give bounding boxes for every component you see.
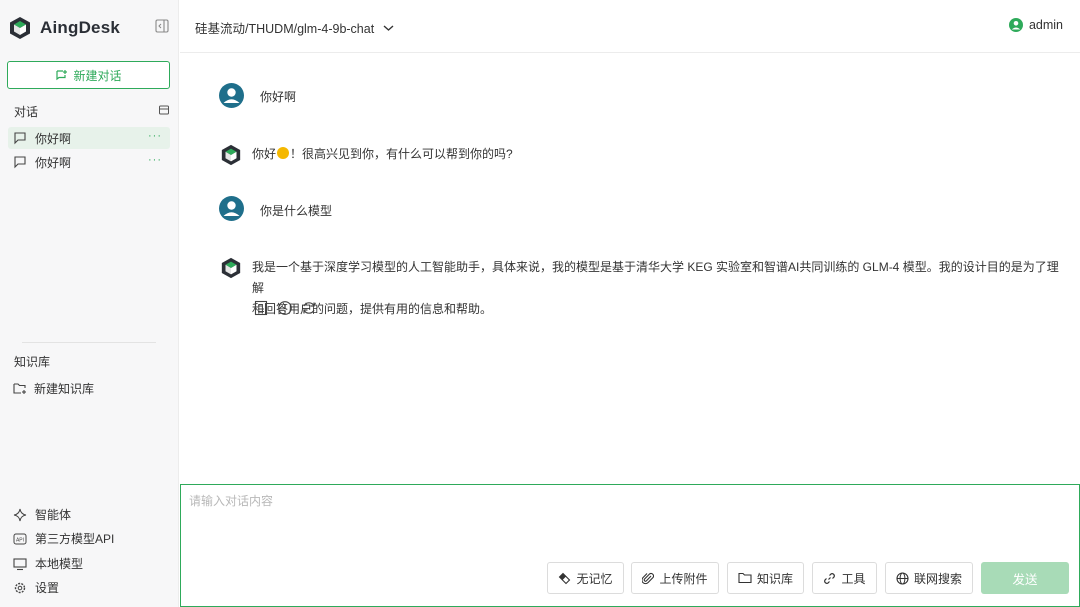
folder-icon (738, 572, 752, 584)
gear-icon (14, 582, 26, 593)
no-memory-label: 无记忆 (576, 571, 613, 586)
dialog-manage-icon[interactable] (159, 105, 169, 115)
sidebar: AingDesk 新建对话 对话 你好啊 ··· 你好啊 ··· 知识库 新建知… (0, 0, 179, 607)
tools-label: 工具 (841, 571, 866, 586)
wave-hand-emoji-icon (277, 147, 290, 159)
app-name: AingDesk (40, 18, 121, 37)
conversation-item[interactable]: 你好啊 ··· (8, 151, 170, 173)
assistant-message: 我是一个基于深度学习模型的人工智能助手，具体来说，我的模型是基于清华大学 KEG… (252, 257, 1067, 320)
refresh-icon[interactable] (301, 300, 317, 316)
model-selector-value: 硅基流动/THUDM/glm-4-9b-chat (195, 22, 375, 36)
chat-header: 硅基流动/THUDM/glm-4-9b-chat admin (180, 0, 1080, 53)
info-icon[interactable] (277, 300, 293, 316)
sparkle-icon (13, 508, 27, 521)
send-button[interactable]: 发送 (981, 562, 1069, 594)
chevron-down-icon (383, 24, 394, 31)
sidebar-divider (22, 342, 156, 343)
nav-settings-label: 设置 (35, 581, 60, 595)
assistant-message-line: 我是一个基于深度学习模型的人工智能助手，具体来说，我的模型是基于清华大学 KEG… (252, 260, 1059, 295)
user-avatar-icon (1008, 18, 1023, 32)
nav-agents-label: 智能体 (35, 508, 72, 522)
assistant-message-text: 你好 (252, 147, 277, 161)
chat-bubble-icon (14, 156, 26, 169)
user-name: admin (1028, 18, 1063, 32)
web-search-button[interactable]: 联网搜索 (885, 562, 973, 594)
svg-text:API: API (16, 537, 24, 543)
assistant-message-text: ！很高兴见到你，有什么可以帮到你的吗? (290, 147, 513, 161)
api-icon: API (13, 533, 27, 544)
assistant-avatar-icon (221, 144, 241, 166)
folder-plus-icon (13, 383, 26, 394)
conversation-more-button[interactable]: ··· (148, 130, 162, 142)
chat-bubble-icon (14, 132, 26, 145)
nav-third-party-api[interactable]: API 第三方模型API (13, 530, 114, 547)
new-knowledge-base-label: 新建知识库 (34, 382, 95, 396)
dialog-section-label: 对话 (14, 105, 39, 119)
chat-input-area: 无记忆 上传附件 知识库 工具 (180, 484, 1080, 607)
conversation-title: 你好啊 (35, 155, 72, 170)
app-logo: AingDesk (8, 16, 120, 40)
eraser-icon (559, 572, 571, 584)
chat-input[interactable] (189, 492, 1069, 552)
model-selector[interactable]: 硅基流动/THUDM/glm-4-9b-chat (195, 18, 394, 37)
nav-third-party-api-label: 第三方模型API (35, 532, 115, 546)
user-menu[interactable]: admin (1008, 18, 1063, 32)
new-chat-label: 新建对话 (73, 68, 122, 83)
sidebar-collapse-icon[interactable] (155, 19, 169, 33)
link-icon (824, 572, 836, 584)
assistant-avatar-icon (221, 257, 241, 279)
paperclip-icon (642, 572, 655, 584)
user-message: 你是什么模型 (260, 204, 333, 218)
nav-settings[interactable]: 设置 (13, 579, 59, 596)
knowledge-base-button[interactable]: 知识库 (727, 562, 804, 594)
assistant-message: 你好 ！很高兴见到你，有什么可以帮到你的吗? (252, 144, 513, 165)
nav-local-models-label: 本地模型 (35, 557, 84, 571)
tools-button[interactable]: 工具 (812, 562, 877, 594)
no-memory-button[interactable]: 无记忆 (547, 562, 624, 594)
new-chat-icon (56, 69, 68, 80)
user-avatar-icon (219, 83, 244, 108)
knowledge-base-section-label: 知识库 (14, 355, 51, 369)
upload-attachment-button[interactable]: 上传附件 (631, 562, 719, 594)
assistant-message-line: 和回答用户的问题，提供有用的信息和帮助。 (252, 302, 493, 316)
nav-agents[interactable]: 智能体 (13, 506, 71, 523)
globe-icon (896, 571, 909, 585)
conversation-title: 你好啊 (35, 131, 72, 146)
nav-local-models[interactable]: 本地模型 (13, 555, 83, 572)
new-chat-button[interactable]: 新建对话 (7, 61, 170, 89)
monitor-icon (13, 557, 27, 570)
user-avatar-icon (219, 196, 244, 221)
aingdesk-logo-icon (10, 17, 30, 39)
knowledge-base-label: 知识库 (756, 571, 793, 586)
upload-attachment-label: 上传附件 (659, 571, 708, 586)
new-knowledge-base-button[interactable]: 新建知识库 (13, 380, 94, 397)
web-search-label: 联网搜索 (913, 571, 962, 586)
conversation-item[interactable]: 你好啊 ··· (8, 127, 170, 149)
conversation-more-button[interactable]: ··· (148, 154, 162, 166)
document-icon[interactable] (253, 300, 269, 316)
chat-messages: 你好啊 你好 ！很高兴见到你，有什么可以帮到你的吗? 你是什么模型 我是一个基于深… (180, 54, 1080, 484)
message-actions (253, 300, 325, 316)
app-window: AingDesk 新建对话 对话 你好啊 ··· 你好啊 ··· 知识库 新建知… (0, 0, 1080, 607)
user-message: 你好啊 (260, 90, 297, 104)
